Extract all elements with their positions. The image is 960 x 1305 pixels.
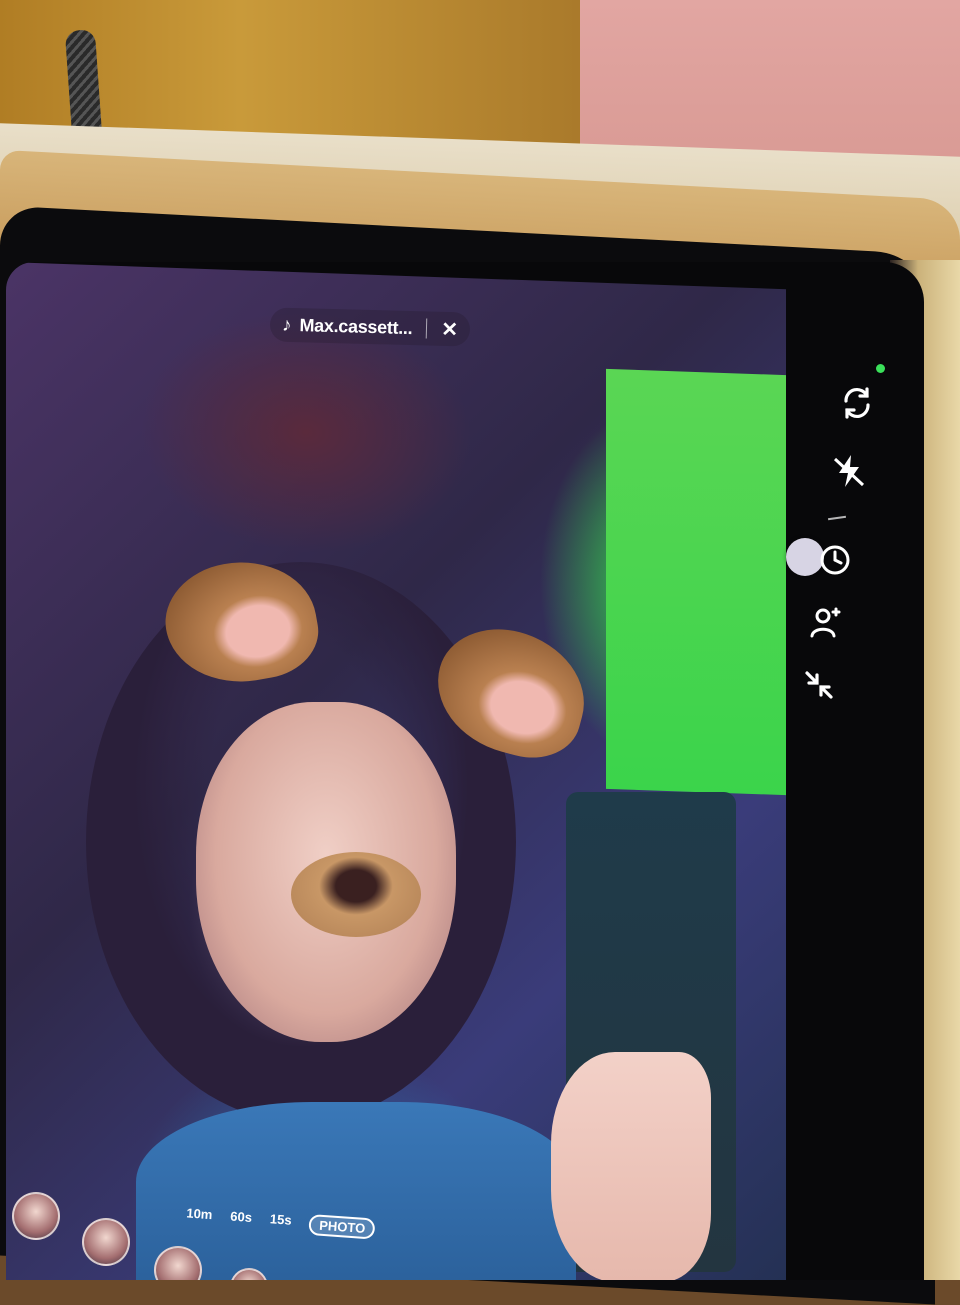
collapse-button[interactable] bbox=[796, 662, 842, 708]
flash-off-icon bbox=[833, 455, 865, 487]
flip-camera-icon bbox=[844, 387, 870, 419]
flash-button[interactable] bbox=[826, 448, 872, 494]
timer-icon bbox=[820, 545, 850, 575]
toolbar-separator bbox=[827, 515, 847, 521]
divider bbox=[426, 318, 428, 339]
flip-camera-button[interactable] bbox=[834, 380, 880, 426]
mode-15s[interactable]: 15s bbox=[269, 1211, 292, 1233]
tablet-screen: ♪ Max.cassett... ✕ 10m 60s 15s PHOTO bbox=[6, 262, 924, 1280]
shirt bbox=[136, 1102, 576, 1280]
close-icon[interactable]: ✕ bbox=[441, 316, 458, 341]
hand bbox=[551, 1052, 711, 1280]
beauty-button[interactable] bbox=[802, 600, 848, 646]
beauty-icon bbox=[810, 607, 841, 638]
effect-thumbnail[interactable] bbox=[82, 1218, 130, 1266]
mode-10m[interactable]: 10m bbox=[185, 1205, 213, 1228]
sound-title: Max.cassett... bbox=[299, 314, 413, 338]
background-green-monitor bbox=[606, 368, 786, 796]
collapse-icon bbox=[805, 671, 833, 699]
effect-thumbnail[interactable] bbox=[12, 1192, 60, 1240]
timer-button[interactable] bbox=[812, 536, 858, 582]
dog-filter-nose bbox=[291, 852, 421, 937]
camera-status-dot bbox=[876, 364, 885, 373]
mode-photo[interactable]: PHOTO bbox=[308, 1214, 376, 1240]
add-sound-button[interactable]: ♪ Max.cassett... ✕ bbox=[269, 307, 471, 347]
mode-60s[interactable]: 60s bbox=[229, 1208, 253, 1230]
music-note-icon: ♪ bbox=[281, 314, 292, 336]
